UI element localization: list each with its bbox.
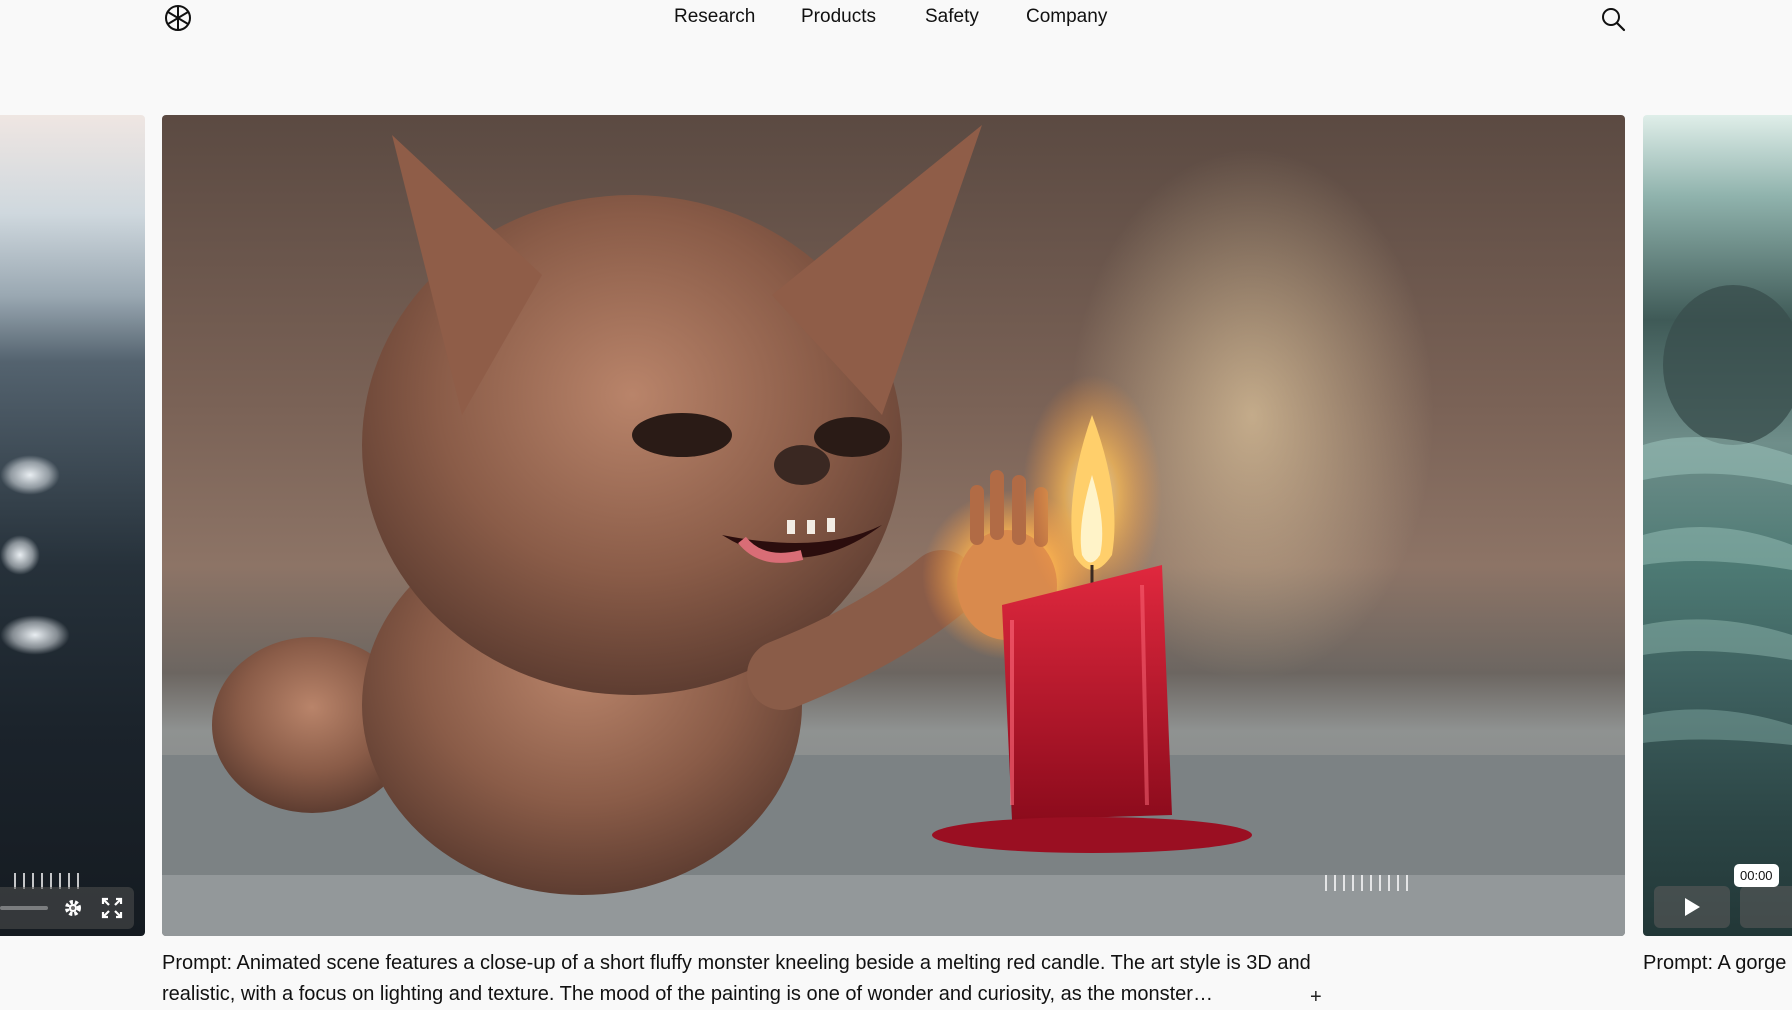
timeline-ticks	[1325, 875, 1408, 891]
nav-products[interactable]: Products	[801, 6, 876, 28]
wave-highlight	[0, 535, 40, 575]
carousel-slide-current[interactable]	[162, 115, 1625, 936]
wave-highlight	[0, 455, 60, 495]
carousel-slide-previous[interactable]	[0, 115, 145, 936]
nav-safety[interactable]: Safety	[925, 6, 979, 28]
progress-track[interactable]	[0, 906, 48, 910]
video-time-badge: 00:00	[1734, 864, 1779, 887]
fullscreen-icon[interactable]	[101, 897, 123, 919]
nav-company[interactable]: Company	[1026, 6, 1107, 28]
video-controls-bar	[0, 887, 134, 929]
next-video-prompt-caption: Prompt: A gorge	[1643, 952, 1787, 974]
wave-highlight	[0, 615, 70, 655]
plus-icon[interactable]: +	[1310, 986, 1322, 1009]
top-navigation: Research Products Safety Company	[0, 6, 1792, 32]
search-icon[interactable]	[1600, 6, 1626, 32]
carousel-slide-next[interactable]	[1643, 115, 1792, 936]
video-frame-monster-candle	[162, 125, 1625, 936]
video-controls-bar	[1740, 886, 1792, 928]
play-button[interactable]	[1654, 886, 1730, 928]
nav-research[interactable]: Research	[674, 6, 755, 28]
video-prompt-caption: Prompt: Animated scene features a close-…	[162, 952, 1311, 1005]
gear-icon[interactable]	[62, 897, 84, 919]
play-icon	[1685, 898, 1700, 916]
video-frame-gorge	[1643, 285, 1792, 745]
